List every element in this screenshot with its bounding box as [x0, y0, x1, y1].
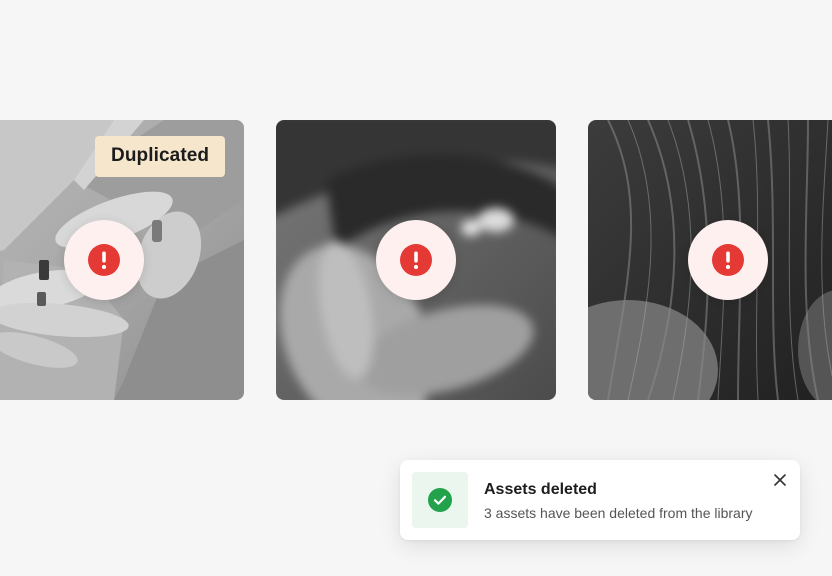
error-status-indicator — [64, 220, 144, 300]
toast-title: Assets deleted — [484, 481, 597, 498]
asset-card-2[interactable] — [276, 120, 556, 400]
exclamation-icon — [712, 244, 744, 276]
asset-card-3[interactable] — [588, 120, 832, 400]
close-icon[interactable] — [774, 474, 786, 486]
exclamation-icon — [88, 244, 120, 276]
toast-message: 3 assets have been deleted from the libr… — [484, 505, 753, 521]
toast-notification: Assets deleted 3 assets have been delete… — [400, 460, 800, 540]
check-circle-icon — [428, 488, 452, 512]
asset-library: Duplicated Assets deleted 3 assets have … — [0, 0, 832, 576]
close-button[interactable] — [770, 470, 790, 490]
error-status-indicator — [376, 220, 456, 300]
asset-card-1[interactable]: Duplicated — [0, 120, 244, 400]
toast-icon-container — [412, 472, 468, 528]
duplicated-badge: Duplicated — [95, 136, 226, 177]
error-status-indicator — [688, 220, 768, 300]
exclamation-icon — [400, 244, 432, 276]
